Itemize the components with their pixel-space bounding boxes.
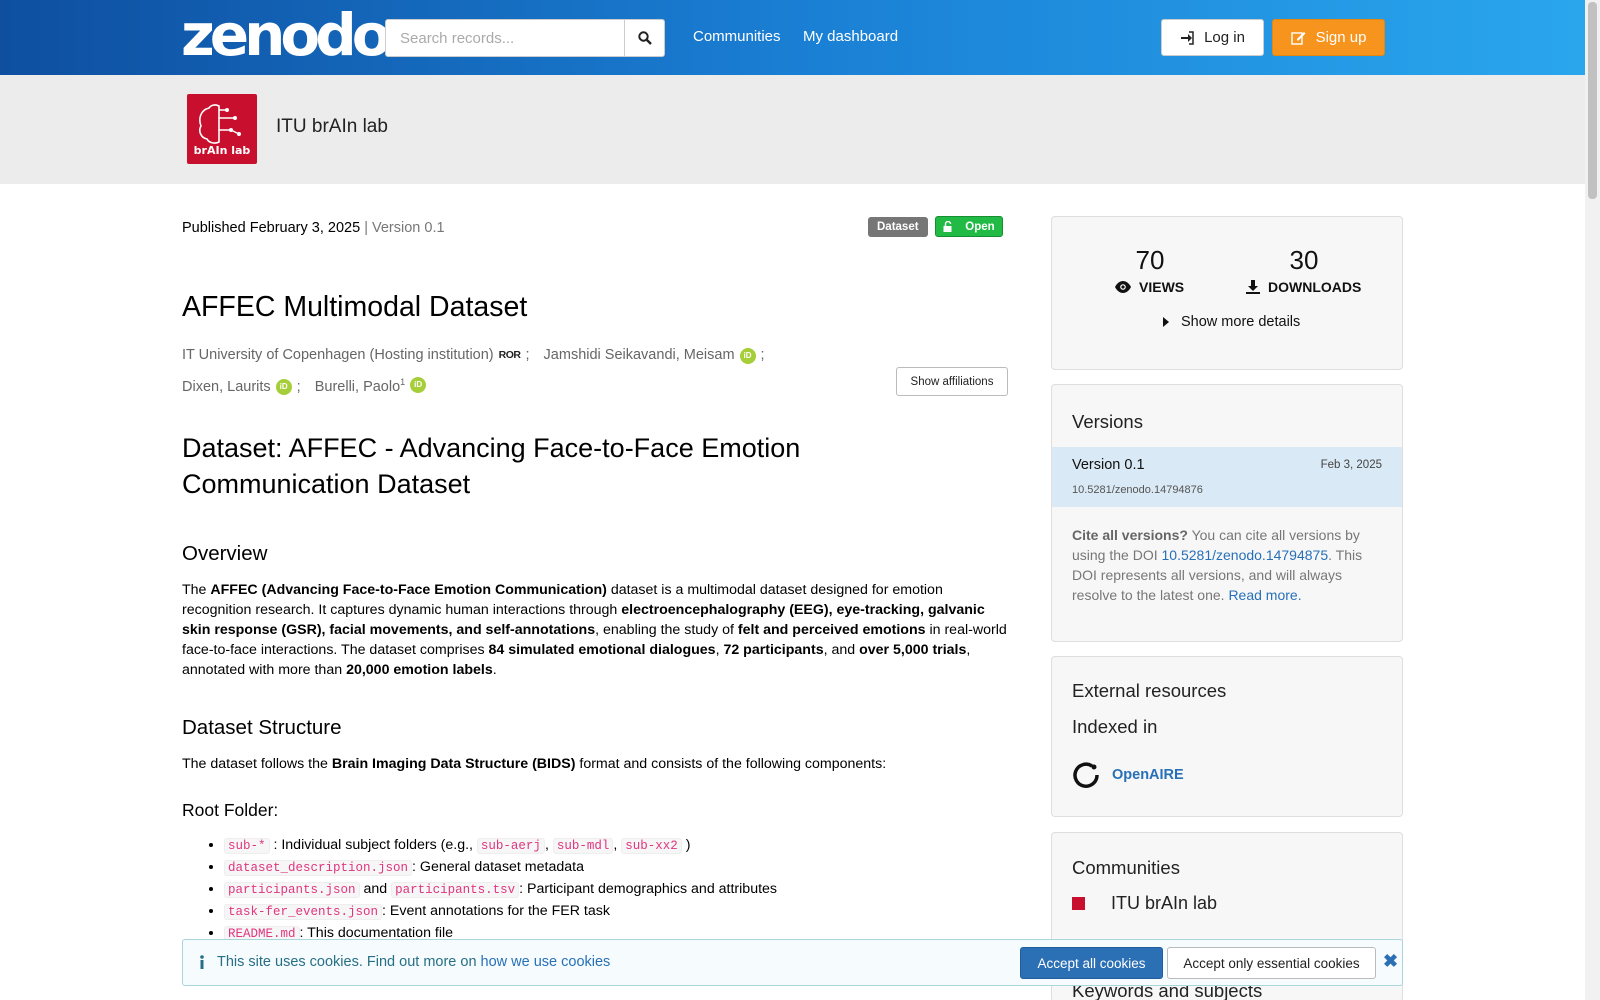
community-logo[interactable]: brAIn lab xyxy=(187,94,257,164)
scrollbar-thumb[interactable] xyxy=(1588,2,1597,199)
version-doi: 10.5281/zenodo.14794876 xyxy=(1072,484,1203,496)
creator-name: Burelli, Paolo xyxy=(314,378,401,395)
access-badge[interactable]: Open xyxy=(935,216,1003,237)
orcid-icon: iD xyxy=(739,347,756,364)
version-date: Feb 3, 2025 xyxy=(1320,459,1382,471)
cite-all-versions: Cite all versions? You can cite all vers… xyxy=(1072,527,1363,603)
overview-heading: Overview xyxy=(182,542,268,565)
orcid-icon: iD xyxy=(275,379,292,396)
creator-item[interactable]: Dixen, Laurits iD; xyxy=(182,374,301,401)
login-label: Log in xyxy=(1204,29,1245,46)
concept-doi-link[interactable]: 10.5281/zenodo.14794875 xyxy=(1162,547,1329,563)
affiliation-number: 1 xyxy=(400,377,406,387)
cookie-banner: This site uses cookies. Find out more on… xyxy=(182,939,1403,986)
structure-heading: Dataset Structure xyxy=(182,716,342,739)
creator-name: Dixen, Laurits xyxy=(182,378,271,395)
show-affiliations-button[interactable]: Show affiliations xyxy=(896,367,1008,396)
creator-item[interactable]: Burelli, Paolo1 iD xyxy=(314,369,427,401)
search-icon xyxy=(637,31,652,45)
openaire-icon xyxy=(1073,762,1099,788)
community-name[interactable]: ITU brAIn lab xyxy=(276,116,388,138)
signup-label: Sign up xyxy=(1315,29,1367,46)
version-name: Version 0.1 xyxy=(1072,457,1145,473)
stats-panel: 70 VIEWS 30 DOWNLOADS Show more details xyxy=(1051,216,1403,370)
zenodo-logo[interactable]: zenodo xyxy=(181,6,392,64)
read-more-link[interactable]: Read more. xyxy=(1228,587,1301,603)
communities-heading: Communities xyxy=(1072,857,1180,878)
community-logo-text: brAIn lab xyxy=(194,144,251,157)
published-date: Published February 3, 2025 xyxy=(182,220,361,236)
search-button[interactable] xyxy=(624,19,665,57)
views-count: 70 xyxy=(1135,245,1165,275)
list-item: sub-* : Individual subject folders (e.g.… xyxy=(224,835,1006,857)
record-title: AFFEC Multimodal Dataset xyxy=(182,291,528,323)
openaire-link[interactable]: OpenAIRE xyxy=(1072,761,1184,789)
access-label: Open xyxy=(965,220,995,233)
login-button[interactable]: Log in xyxy=(1161,19,1264,56)
eye-icon xyxy=(1115,281,1131,293)
orcid-icon: iD xyxy=(410,376,427,393)
description-title: Dataset: AFFEC - Advancing Face-to-Face … xyxy=(182,433,801,499)
caret-right-icon xyxy=(1163,317,1169,327)
brain-icon: brAIn lab xyxy=(194,104,251,157)
sign-in-icon xyxy=(1181,30,1194,45)
top-navbar: zenodo Communities My dashboard Log in S… xyxy=(0,0,1600,75)
edit-icon xyxy=(1290,32,1306,45)
creator-name: Jamshidi Seikavandi, Meisam xyxy=(543,347,735,363)
indexed-heading: Indexed in xyxy=(1072,716,1158,737)
creator-item[interactable]: Jamshidi Seikavandi, Meisam iD; xyxy=(544,342,765,369)
creators-list: IT University of Copenhagen (Hosting ins… xyxy=(182,342,802,401)
cookie-message: This site uses cookies. Find out more on… xyxy=(199,954,610,970)
overview-paragraph: The AFFEC (Advancing Face-to-Face Emotio… xyxy=(182,582,1007,678)
version-item[interactable]: Version 0.1 Feb 3, 2025 10.5281/zenodo.1… xyxy=(1052,447,1402,507)
signup-button[interactable]: Sign up xyxy=(1272,19,1385,56)
list-item: participants.json and participants.tsv: … xyxy=(224,879,1006,901)
info-icon xyxy=(200,955,204,969)
community-mini-logo xyxy=(1072,897,1085,910)
community-item[interactable]: ITU brAIn lab xyxy=(1072,893,1217,914)
show-more-details[interactable]: Show more details xyxy=(1163,314,1300,330)
structure-paragraph: The dataset follows the Brain Imaging Da… xyxy=(182,756,887,772)
version-label: | Version 0.1 xyxy=(364,220,445,236)
publication-info: Published February 3, 2025 | Version 0.1 xyxy=(182,220,445,236)
page-scrollbar[interactable] xyxy=(1585,0,1600,1000)
root-folder-heading: Root Folder: xyxy=(182,800,279,820)
external-resources-panel: External resources Indexed in OpenAIRE xyxy=(1051,656,1403,817)
search-input[interactable] xyxy=(385,19,625,57)
downloads-label: DOWNLOADS xyxy=(1246,279,1361,295)
views-label: VIEWS xyxy=(1115,279,1184,295)
creator-item[interactable]: IT University of Copenhagen (Hosting ins… xyxy=(182,342,530,369)
cookie-policy-link[interactable]: how we use cookies xyxy=(481,954,611,970)
external-heading: External resources xyxy=(1072,680,1227,701)
creator-name: IT University of Copenhagen (Hosting ins… xyxy=(182,347,494,363)
nav-communities[interactable]: Communities xyxy=(693,28,781,45)
list-item: task-fer_events.json: Event annotations … xyxy=(224,901,1006,923)
versions-heading: Versions xyxy=(1072,411,1143,432)
close-icon[interactable]: ✖ xyxy=(1383,951,1398,972)
ror-icon: ROR xyxy=(498,349,521,361)
resource-type-badge: Dataset xyxy=(868,217,928,237)
file-list: sub-* : Individual subject folders (e.g.… xyxy=(206,835,1006,945)
accept-essential-cookies-button[interactable]: Accept only essential cookies xyxy=(1167,947,1376,979)
downloads-count: 30 xyxy=(1289,245,1319,275)
download-icon xyxy=(1246,280,1260,294)
accept-all-cookies-button[interactable]: Accept all cookies xyxy=(1020,947,1163,979)
unlock-icon xyxy=(943,221,952,232)
list-item: dataset_description.json: General datase… xyxy=(224,857,1006,879)
nav-my-dashboard[interactable]: My dashboard xyxy=(803,28,898,45)
versions-panel: Versions Version 0.1 Feb 3, 2025 10.5281… xyxy=(1051,384,1403,642)
